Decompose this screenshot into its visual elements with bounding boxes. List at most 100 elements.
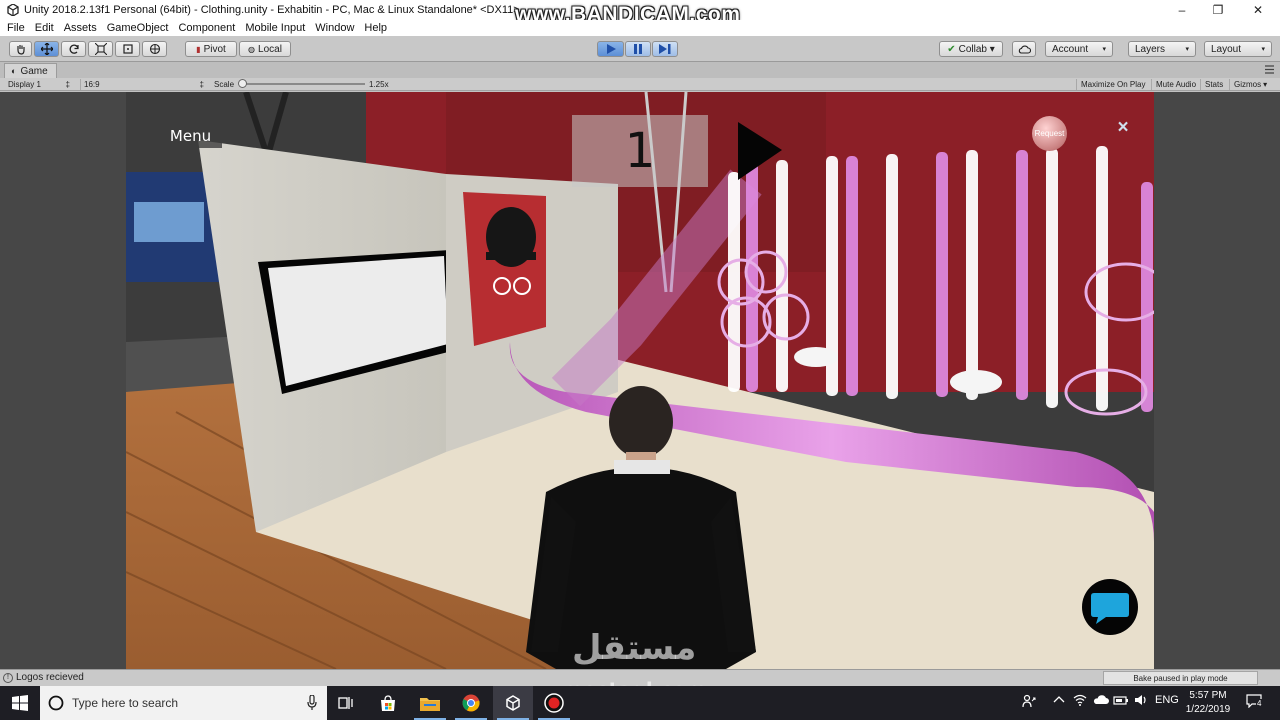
language-indicator[interactable]: ENG — [1155, 694, 1179, 706]
dropdown-arrow-icon: ‡ — [65, 80, 70, 89]
step-icon — [659, 44, 671, 54]
bake-status-label: Bake paused in play mode — [1103, 671, 1258, 685]
game-counter-display: 1 — [572, 115, 708, 187]
stats-toggle[interactable]: Stats — [1200, 79, 1227, 90]
pivot-toggle-button[interactable]: ▮ Pivot — [185, 41, 237, 57]
close-window-button[interactable]: ✕ — [1240, 0, 1276, 20]
dropdown-arrow-icon: ▾ — [1263, 80, 1268, 89]
clock-time: 5:57 PM — [1189, 690, 1227, 701]
rotate-tool-button[interactable] — [61, 41, 86, 57]
scale-label: Scale — [214, 80, 235, 89]
collab-button[interactable]: ✔ Collab ▾ — [939, 41, 1003, 57]
hand-icon — [16, 45, 25, 55]
cloud-button[interactable] — [1012, 41, 1036, 57]
scale-tool-button[interactable] — [88, 41, 113, 57]
scale-icon — [94, 43, 107, 55]
local-toggle-button[interactable]: ◍ Local — [239, 41, 291, 57]
menu-window[interactable]: Window — [310, 22, 359, 34]
account-dropdown[interactable]: Account ▾ — [1045, 41, 1113, 57]
close-icon[interactable]: × — [1114, 117, 1132, 138]
dropdown-arrow-icon: ▾ — [1185, 46, 1189, 53]
display-dropdown[interactable]: Display 1 ‡ — [8, 79, 70, 90]
maximize-button[interactable]: ❐ — [1200, 0, 1236, 20]
scale-slider-thumb[interactable] — [238, 79, 247, 88]
pivot-icon: ▮ — [196, 44, 201, 54]
file-explorer-app[interactable] — [410, 686, 450, 720]
game-menu-button[interactable]: Menu — [159, 123, 222, 148]
info-icon: ! — [3, 673, 13, 683]
folder-icon — [420, 698, 440, 711]
rect-icon — [122, 44, 133, 54]
game-controller-icon: ◐ — [11, 66, 17, 76]
pause-icon — [634, 44, 642, 54]
unity-logo-icon — [6, 3, 20, 17]
record-icon — [544, 693, 564, 713]
start-button[interactable] — [0, 686, 40, 720]
layout-dropdown[interactable]: Layout ▾ — [1204, 41, 1272, 57]
play-icon — [606, 44, 616, 54]
chrome-app[interactable] — [451, 686, 491, 720]
menu-mobile-input[interactable]: Mobile Input — [240, 22, 310, 34]
dropdown-arrow-icon: ▾ — [1102, 46, 1106, 53]
tab-bar: ◐ Game — [0, 62, 1280, 78]
request-button[interactable]: Request — [1032, 116, 1067, 151]
rotate-icon — [69, 44, 79, 54]
menu-edit[interactable]: Edit — [30, 22, 59, 34]
game-viewport[interactable]: Menu 1 Request × — [126, 92, 1154, 669]
toolbar: ▮ Pivot ◍ Local ✔ Collab ▾ Account ▾ Layers ▾… — [0, 36, 1280, 62]
transform-icon — [149, 43, 160, 55]
menu-help[interactable]: Help — [359, 22, 392, 34]
microphone-icon[interactable] — [307, 695, 317, 711]
menu-file[interactable]: File — [2, 22, 30, 34]
next-arrow-icon[interactable] — [734, 122, 782, 184]
pause-button[interactable] — [625, 41, 651, 57]
maximize-on-play-toggle[interactable]: Maximize On Play — [1076, 79, 1149, 90]
move-tool-button[interactable] — [34, 41, 59, 57]
window-title: Unity 2018.2.13f1 Personal (64bit) - Clo… — [24, 4, 520, 16]
onedrive-icon[interactable] — [1093, 694, 1109, 709]
console-status-message[interactable]: Logos recieved — [16, 672, 84, 683]
volume-icon[interactable] — [1134, 694, 1148, 709]
dropdown-arrow-icon: ▾ — [1261, 46, 1265, 53]
menu-bar: File Edit Assets GameObject Component Mo… — [0, 20, 1280, 36]
battery-icon[interactable] — [1113, 694, 1129, 709]
action-center-button[interactable]: 4 — [1246, 694, 1263, 711]
minimize-button[interactable]: – — [1164, 0, 1200, 20]
play-button[interactable] — [597, 41, 624, 57]
gizmos-dropdown[interactable]: Gizmos ▾ — [1229, 79, 1271, 90]
local-icon: ◍ — [248, 44, 256, 54]
tray-expand-icon[interactable] — [1053, 694, 1065, 709]
tab-game[interactable]: ◐ Game — [4, 63, 57, 78]
cortana-circle-icon — [48, 695, 64, 711]
unity-icon — [506, 695, 520, 711]
step-button[interactable] — [652, 41, 678, 57]
check-icon: ✔ — [947, 43, 956, 55]
people-icon[interactable] — [1022, 694, 1036, 711]
notification-count: 4 — [1256, 699, 1263, 708]
mute-audio-toggle[interactable]: Mute Audio — [1151, 79, 1200, 90]
rect-tool-button[interactable] — [115, 41, 140, 57]
taskbar-clock[interactable]: 5:57 PM 1/22/2019 — [1178, 689, 1238, 717]
hand-tool-button[interactable] — [9, 41, 32, 57]
windows-taskbar: Type here to search ENG 5:57 PM 1/22/201… — [0, 686, 1280, 720]
scale-slider-track[interactable] — [241, 83, 365, 85]
bandicam-app[interactable] — [534, 686, 574, 720]
tab-menu-icon[interactable] — [1265, 65, 1274, 74]
search-placeholder: Type here to search — [72, 696, 179, 710]
store-app[interactable] — [368, 686, 408, 720]
unity-app[interactable] — [493, 686, 533, 720]
menu-component[interactable]: Component — [173, 22, 240, 34]
chat-bubble-icon — [1091, 593, 1129, 624]
layers-dropdown[interactable]: Layers ▾ — [1128, 41, 1196, 57]
aspect-dropdown[interactable]: 16:9 ‡ — [80, 79, 204, 90]
taskbar-search-box[interactable]: Type here to search — [40, 686, 327, 720]
menu-gameobject[interactable]: GameObject — [102, 22, 174, 34]
menu-assets[interactable]: Assets — [59, 22, 102, 34]
wifi-icon[interactable] — [1073, 694, 1087, 709]
store-icon — [381, 695, 395, 711]
scale-value: 1.25x — [369, 80, 389, 89]
windows-logo-icon — [12, 695, 28, 711]
transform-tool-button[interactable] — [142, 41, 167, 57]
chat-button[interactable] — [1082, 579, 1138, 635]
task-view-button[interactable] — [326, 686, 366, 720]
